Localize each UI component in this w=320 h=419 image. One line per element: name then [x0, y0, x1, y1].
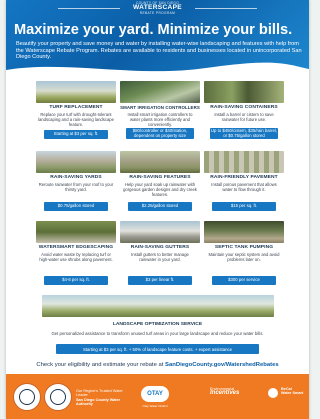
card-title: SMART IRRIGATION CONTROLLERS [120, 105, 200, 110]
card-price: Starting at $3 per sq. ft. [44, 130, 108, 139]
yards-photo [36, 151, 116, 173]
rebate-card-yards: RAIN-SAVING YARDS Reroute rainwater from… [36, 151, 116, 213]
card-title: WATERSMART EDGESCAPING [38, 245, 114, 250]
card-description: Avoid water waste by replacing turf or h… [39, 252, 113, 262]
card-price: $80/controller or $40/station, dependent… [126, 128, 194, 139]
bewater-logo: BeCal Water Smart [281, 387, 309, 396]
brand-county: COUNTY OF SAN DIEGO [135, 1, 179, 5]
card-description: Install a barrel or cistern to save rain… [214, 112, 274, 122]
eligibility-text: Check your eligibility and estimate your… [36, 362, 166, 368]
bewater-line2: Water Smart [281, 391, 304, 396]
card-description: Install porous pavement that allows wate… [211, 182, 277, 192]
eligibility-callout: Check your eligibility and estimate your… [6, 362, 309, 368]
card-title: RAIN-FRIENDLY PAVEMENT [210, 175, 278, 180]
card-description: Install smart irrigation controllers to … [127, 112, 193, 127]
program-logo: COUNTY OF SAN DIEGO WATERSCAPE REBATE PR… [6, 1, 309, 15]
rebate-card-irrigation: SMART IRRIGATION CONTROLLERS Install sma… [120, 81, 200, 143]
sdcwa-tagline: Our Region's Trusted Water Leader [76, 389, 123, 398]
incentives-logo: Environmental Incentives [210, 387, 260, 396]
card-title: RAIN-SAVING YARDS [50, 175, 102, 180]
card-description: Maintain your septic system and avoid pr… [208, 252, 280, 262]
county-seal-icon [44, 383, 72, 411]
rebate-card-edgescaping: WATERSMART EDGESCAPING Avoid water waste… [36, 221, 116, 287]
otay-subtitle: Otay Water District [142, 404, 168, 408]
rebate-card-septic: SEPTIC TANK PUMPING Maintain your septic… [204, 221, 284, 287]
card-price: $300 per service [212, 276, 276, 285]
edgescaping-photo [36, 221, 116, 243]
brand-program: REBATE PROGRAM [139, 10, 176, 15]
page-title: Maximize your yard. Minimize your bills. [14, 22, 293, 38]
incentives-line2: Incentives [210, 390, 240, 397]
otay-logo: OTAY [141, 386, 169, 402]
features-photo [120, 151, 200, 173]
county-seal-icon [13, 383, 41, 411]
rebate-card-turf: TURF REPLACEMENT Replace your turf with … [36, 81, 116, 143]
card-title: TURF REPLACEMENT [49, 105, 103, 110]
card-title: RAIN-SAVING GUTTERS [130, 245, 190, 250]
hero-banner: COUNTY OF SAN DIEGO WATERSCAPE REBATE PR… [6, 0, 309, 78]
gutters-photo [120, 221, 200, 243]
sdcwa-name: San Diego County Water Authority [76, 397, 121, 407]
turf-photo [36, 81, 116, 103]
rebate-card-features: RAIN-SAVING FEATURES Help your yard soak… [120, 151, 200, 213]
landscape-title: LANDSCAPE OPTIMIZATION SERVICE [112, 322, 203, 327]
card-description: Reroute rainwater from your roof to your… [38, 182, 114, 192]
card-price: $15 per sq. ft. [212, 202, 276, 211]
card-description: Install gutters to better manage rainwat… [131, 252, 189, 262]
card-title: SEPTIC TANK PUMPING [214, 245, 274, 250]
landscape-description: Get personalized assistance to transform… [51, 331, 264, 336]
pavement-photo [204, 151, 284, 173]
card-price: $2.25/gallon stored [128, 202, 192, 211]
septic-photo [204, 221, 284, 243]
irrigation-photo [120, 81, 200, 103]
partner-footer: Our Region's Trusted Water Leader San Di… [6, 374, 309, 419]
intro-text: Beautify your property and save money an… [16, 41, 302, 61]
landscape-photo [42, 295, 274, 317]
card-description: Help your yard soak up rainwater with go… [123, 182, 197, 197]
card-price: Up to $450/cistern, $35/rain barrel, or … [210, 128, 278, 139]
flyer-page: COUNTY OF SAN DIEGO WATERSCAPE REBATE PR… [6, 0, 309, 419]
sdcwa-logo: Our Region's Trusted Water Leader San Di… [76, 389, 132, 407]
card-title: RAIN-SAVING FEATURES [129, 175, 191, 180]
rebate-card-containers: RAIN-SAVING CONTAINERS Install a barrel … [204, 81, 284, 143]
rebate-card-gutters: RAIN-SAVING GUTTERS Install gutters to b… [120, 221, 200, 287]
containers-photo [204, 81, 284, 103]
card-price: $3 per linear ft. [128, 276, 192, 285]
landscape-price: Starting at $3 per sq. ft. + 50% of land… [56, 344, 259, 354]
card-description: Replace your turf with drought-tolerant … [38, 112, 114, 127]
card-price: $4-6 per sq. ft. [44, 276, 108, 285]
wave-divider [6, 62, 309, 78]
card-title: RAIN-SAVING CONTAINERS [210, 105, 278, 110]
card-price: $0.75/gallon stored [44, 202, 108, 211]
rebate-website-link[interactable]: SanDiegoCounty.gov/WatershedRebates [165, 362, 279, 368]
rebate-card-pavement: RAIN-FRIENDLY PAVEMENT Install porous pa… [204, 151, 284, 213]
water-drop-icon [268, 388, 278, 398]
